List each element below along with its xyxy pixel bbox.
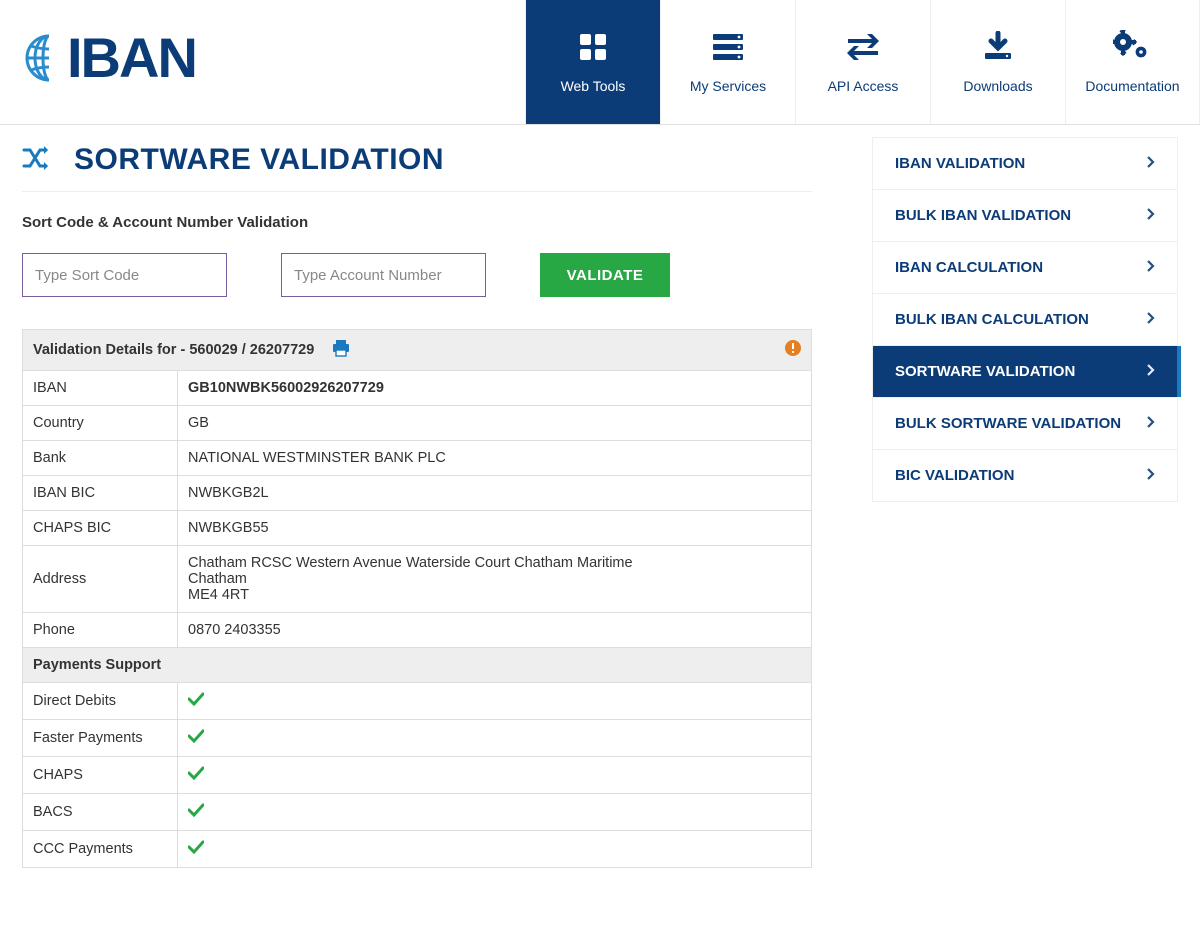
sidenav-label: IBAN VALIDATION	[895, 155, 1025, 172]
sort-code-input[interactable]	[22, 253, 227, 297]
page-title: SORTWARE VALIDATION	[74, 143, 444, 177]
row-label: IBAN BIC	[23, 476, 178, 511]
table-row: CHAPS	[23, 757, 812, 794]
row-label: Direct Debits	[23, 683, 178, 720]
chevron-right-icon	[1147, 260, 1155, 275]
row-value: NWBKGB2L	[178, 476, 812, 511]
server-list-icon	[711, 30, 745, 64]
results-heading-text: Validation Details for - 560029 / 262077…	[33, 342, 314, 358]
row-value: NATIONAL WESTMINSTER BANK PLC	[178, 441, 812, 476]
table-row: Phone0870 2403355	[23, 613, 812, 648]
warning-icon	[785, 340, 801, 360]
download-icon	[981, 30, 1015, 64]
row-label: CHAPS BIC	[23, 511, 178, 546]
grid-icon	[577, 30, 609, 64]
results-heading-row: Validation Details for - 560029 / 262077…	[23, 330, 812, 371]
row-value	[178, 794, 812, 831]
row-label: IBAN	[23, 371, 178, 406]
chevron-right-icon	[1147, 156, 1155, 171]
table-row: IBAN BICNWBKGB2L	[23, 476, 812, 511]
row-value	[178, 683, 812, 720]
logo[interactable]: IBAN	[0, 0, 510, 124]
check-icon	[188, 694, 204, 710]
row-label: CCC Payments	[23, 831, 178, 868]
validation-form: VALIDATE	[22, 253, 812, 297]
swap-arrows-icon	[846, 30, 880, 64]
row-value: 0870 2403355	[178, 613, 812, 648]
side-nav: IBAN VALIDATION BULK IBAN VALIDATION IBAN …	[872, 137, 1178, 502]
site-header: IBAN Web Tools My Services API Access	[0, 0, 1200, 125]
table-row: AddressChatham RCSC Western Avenue Water…	[23, 546, 812, 613]
chevron-right-icon	[1147, 364, 1155, 379]
row-value: Chatham RCSC Western Avenue Waterside Co…	[178, 546, 812, 613]
nav-documentation[interactable]: Documentation	[1065, 0, 1200, 124]
table-row: BACS	[23, 794, 812, 831]
validate-button[interactable]: VALIDATE	[540, 253, 670, 297]
sidenav-item[interactable]: IBAN CALCULATION	[873, 242, 1177, 294]
table-row: Direct Debits	[23, 683, 812, 720]
results-table: Validation Details for - 560029 / 262077…	[22, 329, 812, 868]
table-row: BankNATIONAL WESTMINSTER BANK PLC	[23, 441, 812, 476]
table-row: CCC Payments	[23, 831, 812, 868]
row-label: Address	[23, 546, 178, 613]
sidenav-label: IBAN CALCULATION	[895, 259, 1043, 276]
sidenav-item[interactable]: BULK IBAN VALIDATION	[873, 190, 1177, 242]
table-row: CountryGB	[23, 406, 812, 441]
top-nav: Web Tools My Services API Access Downloa…	[525, 0, 1200, 124]
print-icon[interactable]	[332, 339, 350, 361]
table-row: Faster Payments	[23, 720, 812, 757]
chevron-right-icon	[1147, 312, 1155, 327]
sidenav-item[interactable]: SORTWARE VALIDATION	[873, 346, 1177, 398]
account-number-input[interactable]	[281, 253, 486, 297]
row-label: Faster Payments	[23, 720, 178, 757]
chevron-right-icon	[1147, 416, 1155, 431]
sidenav-label: BULK IBAN CALCULATION	[895, 311, 1089, 328]
logo-text: IBAN	[67, 25, 196, 90]
gears-icon	[1113, 30, 1153, 64]
table-row: CHAPS BICNWBKGB55	[23, 511, 812, 546]
sidenav-item[interactable]: IBAN VALIDATION	[873, 138, 1177, 190]
check-icon	[188, 842, 204, 858]
row-value: GB	[178, 406, 812, 441]
sidenav-label: SORTWARE VALIDATION	[895, 363, 1075, 380]
row-label: Country	[23, 406, 178, 441]
chevron-right-icon	[1147, 468, 1155, 483]
nav-web-tools[interactable]: Web Tools	[525, 0, 660, 124]
row-label: Phone	[23, 613, 178, 648]
row-label: CHAPS	[23, 757, 178, 794]
nav-api-access[interactable]: API Access	[795, 0, 930, 124]
row-value: GB10NWBK56002926207729	[178, 371, 812, 406]
sidenav-label: BULK IBAN VALIDATION	[895, 207, 1071, 224]
page-title-row: SORTWARE VALIDATION	[22, 137, 812, 192]
sidebar: IBAN VALIDATION BULK IBAN VALIDATION IBAN …	[872, 137, 1178, 868]
nav-my-services[interactable]: My Services	[660, 0, 795, 124]
row-value	[178, 831, 812, 868]
chevron-right-icon	[1147, 208, 1155, 223]
row-value: NWBKGB55	[178, 511, 812, 546]
results-body: IBANGB10NWBK56002926207729CountryGBBankN…	[23, 371, 812, 648]
form-label: Sort Code & Account Number Validation	[22, 214, 812, 231]
row-label: Bank	[23, 441, 178, 476]
payments-body: Direct DebitsFaster PaymentsCHAPSBACSCCC…	[23, 683, 812, 868]
table-row: IBANGB10NWBK56002926207729	[23, 371, 812, 406]
row-label: BACS	[23, 794, 178, 831]
sidenav-item[interactable]: BULK IBAN CALCULATION	[873, 294, 1177, 346]
globe-icon	[25, 28, 73, 88]
check-icon	[188, 768, 204, 784]
row-value	[178, 720, 812, 757]
nav-downloads[interactable]: Downloads	[930, 0, 1065, 124]
main-content: SORTWARE VALIDATION Sort Code & Account …	[22, 137, 812, 868]
shuffle-icon	[22, 145, 50, 176]
sidenav-item[interactable]: BULK SORTWARE VALIDATION	[873, 398, 1177, 450]
check-icon	[188, 805, 204, 821]
sidenav-label: BIC VALIDATION	[895, 467, 1014, 484]
check-icon	[188, 731, 204, 747]
sidenav-item[interactable]: BIC VALIDATION	[873, 450, 1177, 501]
row-value	[178, 757, 812, 794]
payments-heading-row: Payments Support	[23, 648, 812, 683]
sidenav-label: BULK SORTWARE VALIDATION	[895, 415, 1121, 432]
